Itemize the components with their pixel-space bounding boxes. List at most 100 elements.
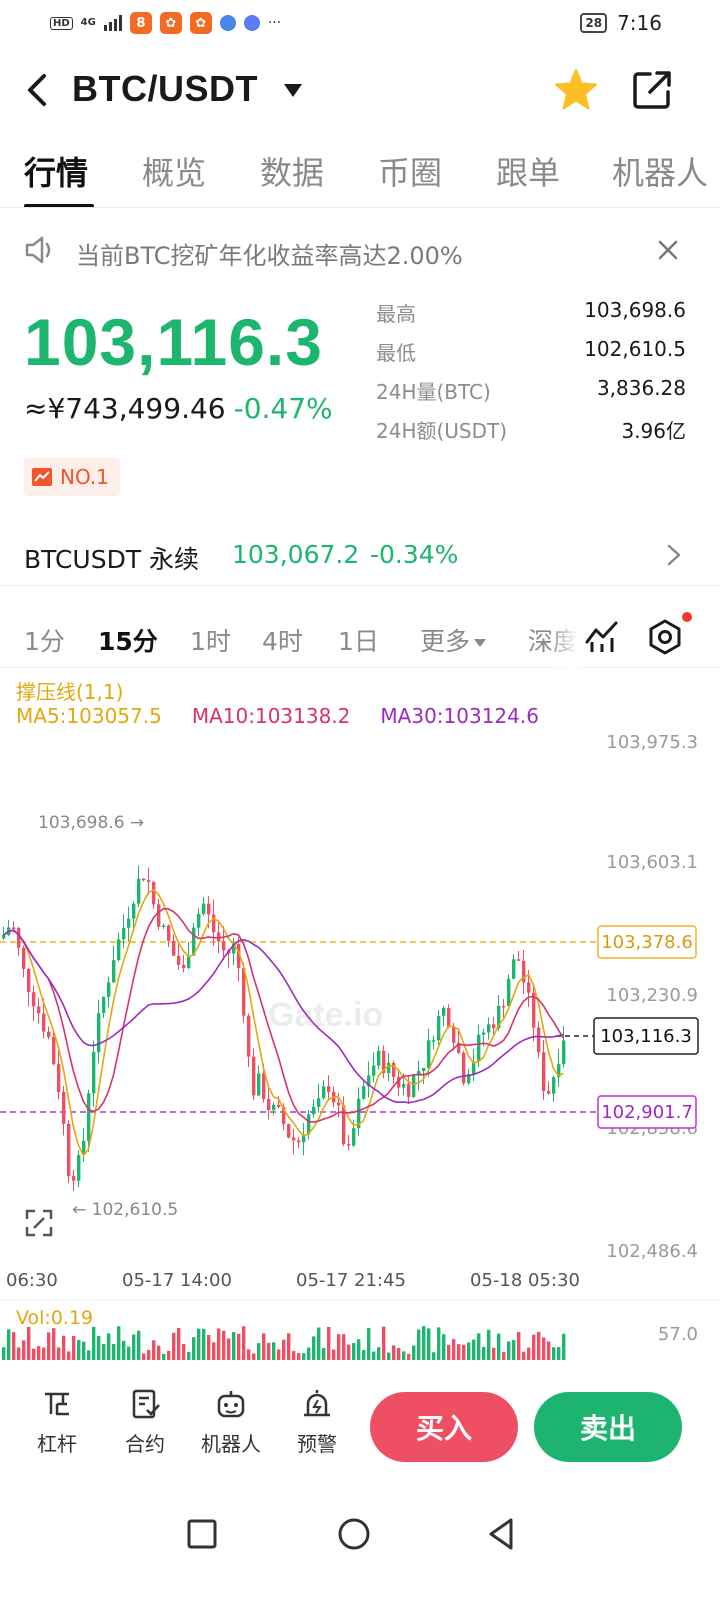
close-icon[interactable] [656, 238, 680, 262]
pair-selector[interactable]: BTC/USDT [72, 68, 258, 110]
volume-bar [42, 1347, 46, 1360]
volume-bar [62, 1335, 66, 1360]
margin-button[interactable]: 杠杆 [22, 1388, 92, 1457]
announcement-bar[interactable]: 当前BTC挖矿年化收益率高达2.00% [0, 226, 720, 276]
volume-bar [172, 1332, 176, 1360]
interval-1m[interactable]: 1分 [24, 622, 65, 658]
candle-body [172, 940, 176, 956]
home-icon[interactable] [332, 1512, 376, 1556]
indicator-icon[interactable] [584, 618, 620, 654]
candle-body [512, 959, 516, 979]
volume-bar [457, 1344, 461, 1360]
volume-bar [472, 1339, 476, 1360]
futures-button[interactable]: 合约 [110, 1388, 180, 1457]
low-marker: ← 102,610.5 [72, 1200, 178, 1220]
volume-bar [387, 1352, 391, 1360]
interval-15m[interactable]: 15分 [98, 622, 158, 658]
volume-bar [327, 1326, 331, 1360]
interval-4h[interactable]: 4时 [262, 622, 303, 658]
volume-bar [27, 1326, 31, 1360]
perpetual-row[interactable]: BTCUSDT 永续 103,067.2 -0.34% [0, 530, 720, 586]
tab-data[interactable]: 数据 [260, 148, 324, 194]
candle-body [542, 1052, 546, 1091]
sell-button[interactable]: 卖出 [534, 1392, 682, 1462]
volume-bar [37, 1346, 41, 1360]
candle-body [247, 1015, 251, 1057]
volume-bar [77, 1340, 81, 1360]
favorite-star-icon[interactable] [552, 66, 600, 114]
stat-label: 24H额(USDT) [376, 419, 508, 443]
interval-1d[interactable]: 1日 [338, 622, 379, 658]
y-tick: 102,486.4 [606, 1241, 698, 1262]
network-type: 4G [80, 17, 96, 28]
candle-body [152, 882, 156, 905]
caret-down-icon [474, 639, 487, 647]
volume-bar [162, 1353, 166, 1360]
interval-1h[interactable]: 1时 [190, 622, 231, 658]
volume-bar [562, 1333, 566, 1360]
tab-copy-trading[interactable]: 跟单 [496, 148, 560, 194]
volume-bar [102, 1343, 106, 1360]
volume-bar [12, 1332, 16, 1360]
candle-body [177, 955, 181, 965]
volume-bar [287, 1333, 291, 1360]
tab-community[interactable]: 币圈 [378, 148, 442, 194]
candle-body [322, 1086, 326, 1099]
tab-bots[interactable]: 机器人 [612, 148, 708, 194]
candle-body [202, 903, 206, 914]
volume-bar [377, 1347, 381, 1360]
y-tick: 103,975.3 [606, 732, 698, 753]
volume-bar [122, 1340, 126, 1360]
watermark: Gate.io [268, 996, 383, 1034]
settings-icon[interactable] [646, 618, 684, 656]
price-change: -0.47% [233, 392, 333, 425]
candle-body [102, 996, 106, 1014]
candle-body [222, 941, 226, 951]
candle-body [437, 1015, 441, 1041]
resistance-value: 103,378.6 [601, 932, 693, 953]
volume-bar [507, 1341, 511, 1360]
candle-body [162, 925, 166, 928]
volume-bar [237, 1333, 241, 1360]
volume-bar [437, 1327, 441, 1360]
candle-body [352, 1128, 356, 1146]
buy-button[interactable]: 买入 [370, 1392, 518, 1462]
stat-label: 最低 [376, 341, 416, 365]
volume-bar [47, 1332, 51, 1360]
volume-bar [277, 1349, 281, 1360]
share-icon[interactable] [630, 68, 674, 112]
volume-bar [332, 1349, 336, 1360]
back-icon[interactable] [480, 1512, 524, 1556]
volume-bar [312, 1336, 316, 1360]
recent-apps-icon[interactable] [180, 1512, 224, 1556]
candle-body [212, 914, 216, 933]
volume-bar [432, 1352, 436, 1360]
tab-market[interactable]: 行情 [24, 148, 88, 194]
rank-badge[interactable]: NO.1 [24, 458, 120, 496]
more-notifications-icon: ··· [267, 15, 282, 31]
tab-overview[interactable]: 概览 [142, 148, 206, 194]
x-tick: 05-17 21:45 [296, 1270, 406, 1291]
volume-bar [2, 1347, 6, 1360]
alert-button[interactable]: 预警 [282, 1388, 352, 1457]
volume-bar [72, 1335, 76, 1360]
interval-bar: 1分 15分 1时 4时 1日 更多 深度 [0, 604, 720, 668]
kline-chart[interactable]: 撑压线(1,1) MA5:103057.5 MA10:103138.2 MA30… [0, 670, 720, 1360]
notification-dot [682, 612, 692, 622]
fullscreen-icon[interactable] [24, 1208, 54, 1238]
stat-value: 102,610.5 [584, 337, 686, 361]
candle-body [22, 947, 26, 969]
top-tabs: 行情 概览 数据 币圈 跟单 机器人 [0, 146, 720, 208]
back-arrow-icon[interactable] [20, 68, 60, 112]
bot-button[interactable]: 机器人 [196, 1388, 266, 1457]
volume-bar [192, 1337, 196, 1360]
volume-bar [522, 1351, 526, 1360]
interval-more[interactable]: 更多 [420, 622, 487, 658]
stat-value: 3,836.28 [596, 376, 686, 400]
volume-bars [2, 1326, 566, 1360]
volume-bar [197, 1328, 201, 1360]
caret-down-icon[interactable] [284, 84, 302, 97]
volume-bar [7, 1329, 11, 1360]
volume-bar [247, 1349, 251, 1360]
candle-body [377, 1050, 381, 1066]
